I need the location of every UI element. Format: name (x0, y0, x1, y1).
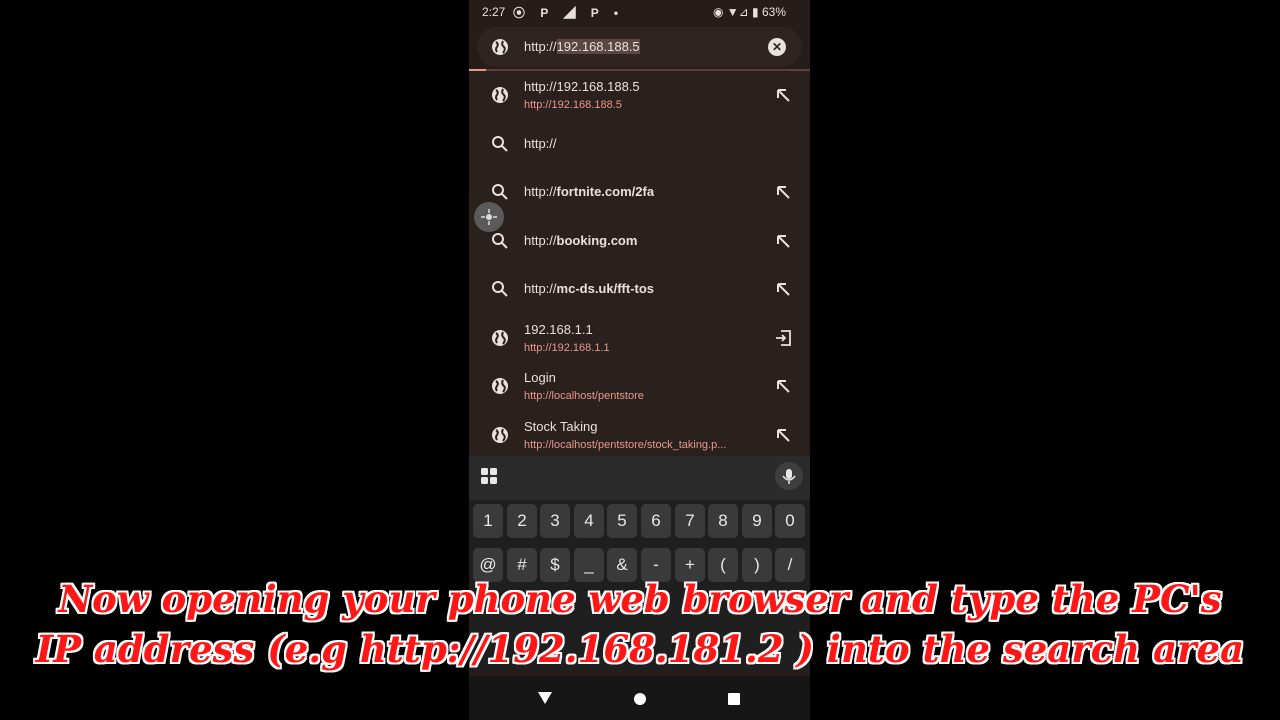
suggestion-row[interactable]: http://192.168.188.5 http://192.168.188.5 (469, 71, 810, 120)
globe-icon (491, 329, 509, 347)
status-time: 2:27 (482, 5, 506, 19)
keyboard-toolbar (469, 456, 810, 500)
search-icon (491, 280, 509, 298)
floating-assist-button[interactable] (474, 202, 504, 232)
open-tab-icon[interactable] (774, 329, 792, 347)
globe-icon (491, 86, 509, 104)
globe-icon (491, 426, 509, 444)
suggestion-url: http://localhost/pentstore (524, 390, 644, 402)
suggestion-row[interactable]: http://fortnite.com/2fa (469, 168, 810, 217)
key-row1[interactable]: 6 (641, 504, 671, 538)
back-icon[interactable] (538, 692, 552, 704)
caption-line-2: IP address (e.g http://192.168.181.2 ) i… (35, 627, 1245, 671)
key-row1[interactable]: 2 (507, 504, 537, 538)
url-text[interactable]: http://192.168.188.5 (524, 39, 640, 54)
suggestion-row[interactable]: Stock Taking http://localhost/pentstore/s… (469, 411, 810, 460)
arrow-up-left-icon[interactable] (774, 86, 792, 104)
arrow-up-left-icon[interactable] (774, 377, 792, 395)
status-right-icons: ◉ ▼⊿ ▮ 63% (712, 5, 786, 19)
suggestion-title: http:// (524, 136, 557, 151)
arrow-up-left-icon[interactable] (774, 232, 792, 250)
search-icon (491, 135, 509, 153)
status-bar: 2:27 ⦿ P ◢ P • ◉ ▼⊿ ▮ 63% (469, 0, 810, 24)
key-row1[interactable]: 7 (675, 504, 705, 538)
key-row1[interactable]: 1 (473, 504, 503, 538)
suggestion-url: http://192.168.188.5 (524, 99, 622, 111)
arrow-up-left-icon[interactable] (774, 280, 792, 298)
suggestion-row[interactable]: 192.168.1.1 http://192.168.1.1 (469, 314, 810, 363)
arrow-up-left-icon[interactable] (774, 426, 792, 444)
navigation-bar (469, 676, 810, 720)
suggestion-row[interactable]: http://booking.com (469, 217, 810, 266)
suggestions-list: http://192.168.188.5 http://192.168.188.5… (469, 71, 810, 456)
search-icon (491, 232, 509, 250)
suggestion-row[interactable]: http:// (469, 120, 810, 169)
address-bar[interactable]: http://192.168.188.5 ✕ (477, 27, 802, 67)
search-icon (491, 183, 509, 201)
key-row1[interactable]: 9 (742, 504, 772, 538)
suggestion-row[interactable]: Login http://localhost/pentstore (469, 362, 810, 411)
arrow-up-left-icon[interactable] (774, 183, 792, 201)
suggestion-title: http://booking.com (524, 233, 638, 248)
url-selected-text: 192.168.188.5 (556, 39, 640, 54)
globe-icon (492, 39, 508, 55)
suggestion-title: http://mc-ds.uk/fft-tos (524, 281, 655, 296)
key-row1[interactable]: 8 (708, 504, 738, 538)
suggestion-title: Stock Taking (524, 419, 598, 434)
home-icon[interactable] (634, 693, 646, 705)
key-row1[interactable]: 0 (775, 504, 805, 538)
notification-icons: ⦿ P ◢ P • (513, 6, 625, 20)
suggestion-url: http://localhost/pentstore/stock_taking.… (524, 439, 727, 451)
microphone-icon[interactable] (775, 462, 803, 490)
suggestion-title: 192.168.1.1 (524, 322, 593, 337)
caption-line-1: Now opening your phone web browser and t… (58, 577, 1222, 621)
key-row1[interactable]: 3 (540, 504, 570, 538)
suggestion-title: http://192.168.188.5 (524, 79, 640, 94)
video-caption: Now opening your phone web browser and t… (0, 574, 1280, 674)
suggestion-title: Login (524, 370, 556, 385)
suggestion-row[interactable]: http://mc-ds.uk/fft-tos (469, 265, 810, 314)
url-prefix: http:// (524, 39, 557, 54)
recents-icon[interactable] (728, 693, 740, 705)
suggestion-url: http://192.168.1.1 (524, 342, 610, 354)
clear-icon[interactable]: ✕ (768, 38, 786, 56)
suggestion-title: http://fortnite.com/2fa (524, 184, 655, 199)
globe-icon (491, 377, 509, 395)
key-row1[interactable]: 5 (607, 504, 637, 538)
apps-grid-icon[interactable] (481, 468, 497, 484)
key-row1[interactable]: 4 (574, 504, 604, 538)
